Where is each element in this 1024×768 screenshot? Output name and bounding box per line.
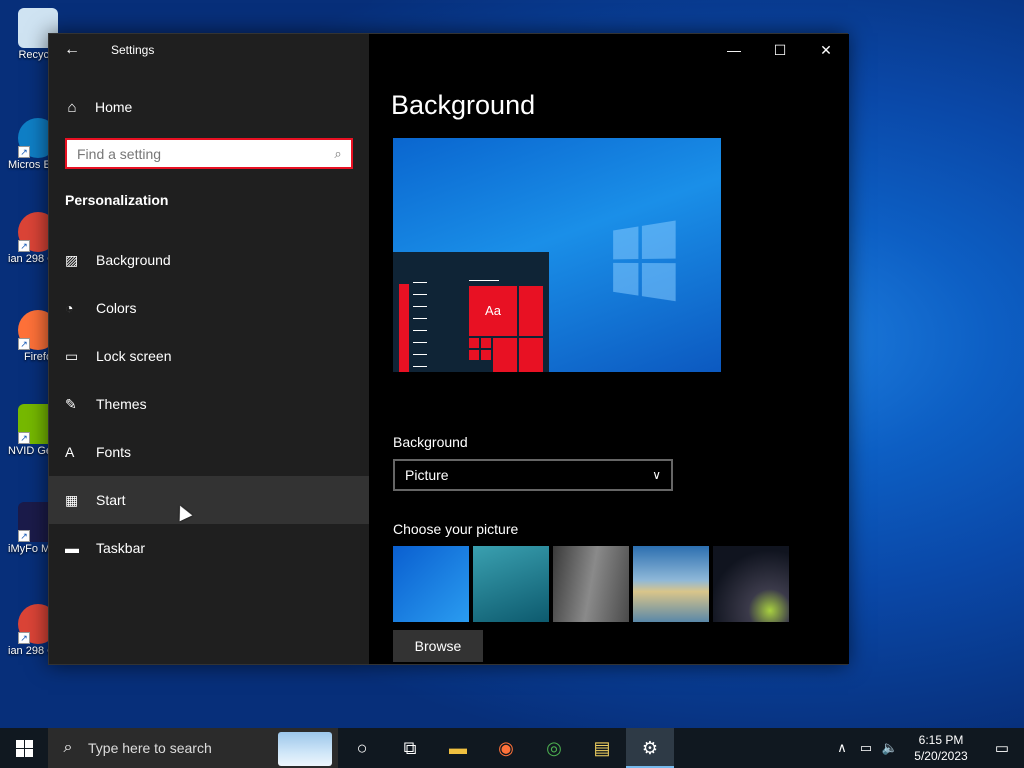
sidebar-item-home[interactable]: ⌂ Home [49,90,369,124]
sidebar-item-label: Lock screen [96,348,172,364]
thumbnail-underwater[interactable] [473,546,549,622]
start-icon: ▦ [65,491,79,508]
choose-picture-label: Choose your picture [393,521,519,537]
thumbnail-night-sky-tent[interactable] [713,546,789,622]
thumbnail-windows-blue[interactable] [393,546,469,622]
section-heading: Personalization [65,192,169,208]
window-controls: — ☐ ✕ [711,34,849,66]
sidebar-item-fonts[interactable]: A Fonts [49,428,369,476]
picture-thumbnails [393,546,789,622]
gear-icon: ⚙ [641,737,659,758]
search-icon: ⌕ [63,739,73,756]
sidebar-item-themes[interactable]: ✎ Themes [49,380,369,428]
background-preview: Aa [393,138,721,372]
themes-icon: ✎ [65,395,77,412]
task-view-icon: ⧉ [403,737,417,758]
settings-window: ← Settings ⌂ Home ⌕ Personalization ▨ Ba… [48,33,849,665]
thumbnail-beach-rocks[interactable] [633,546,709,622]
cortana-button[interactable]: ○ [338,728,386,768]
sidebar: ← Settings ⌂ Home ⌕ Personalization ▨ Ba… [49,34,369,664]
home-icon: ⌂ [67,98,77,116]
lock-screen-icon: ▭ [65,347,79,364]
search-icon: ⌕ [334,145,342,161]
sidebar-item-background[interactable]: ▨ Background [49,236,369,284]
network-icon[interactable]: ▭ [854,740,878,756]
title-bar: ← Settings [49,34,369,66]
background-type-dropdown[interactable]: Picture ∨ [393,459,673,491]
taskbar-search-text: Type here to search [88,740,212,756]
app-title: Settings [111,43,155,57]
settings-taskbar-button[interactable]: ⚙ [626,728,674,768]
notification-icon[interactable]: ▭ [980,739,1024,757]
sidebar-item-colors[interactable]: ◔ Colors [49,284,369,332]
close-button[interactable]: ✕ [803,34,849,66]
start-menu-preview: Aa [393,252,549,372]
picture-icon: ▨ [65,251,79,268]
firefox-button[interactable]: ◉ [482,728,530,768]
sidebar-item-label: Fonts [96,444,132,460]
volume-icon[interactable]: 🔈 [878,740,902,756]
sidebar-item-lock-screen[interactable]: ▭ Lock screen [49,332,369,380]
sidebar-item-label: Home [95,99,133,115]
chrome-button[interactable]: ◎ [530,728,578,768]
sidebar-item-label: Colors [96,300,137,316]
browse-button[interactable]: Browse [393,630,483,662]
page-title: Background [391,90,536,120]
clock-date: 5/20/2023 [914,749,968,763]
firefox-icon: ◉ [498,737,514,758]
sidebar-item-label: Taskbar [96,540,146,556]
preview-tile: Aa [469,286,517,336]
python-file-icon: ▤ [593,737,611,758]
sidebar-item-taskbar[interactable]: ▬ Taskbar [49,524,369,572]
palette-icon: ◔ [65,300,74,316]
windows-logo-icon [613,220,678,304]
background-label: Background [393,434,468,450]
start-button[interactable] [0,728,48,768]
dropdown-value: Picture [405,467,449,483]
system-tray: ∧ ▭ 🔈 6:15 PM 5/20/2023 ▭ [830,728,1024,768]
polar-bear-doodle-icon [278,732,332,766]
folder-icon: ▬ [449,737,467,758]
sidebar-item-label: Start [96,492,126,508]
maximize-button[interactable]: ☐ [757,34,803,66]
clock-time: 6:15 PM [918,733,964,747]
windows-logo-icon [16,740,24,748]
chevron-up-icon[interactable]: ∧ [830,740,854,756]
sidebar-item-start[interactable]: ▦ Start [49,476,369,524]
search-input[interactable] [67,140,325,167]
search-box: ⌕ [65,138,353,169]
sidebar-item-label: Background [96,252,171,268]
cortana-icon: ○ [356,737,368,758]
taskbar: ⌕ Type here to search ○ ⧉ ▬ ◉ ◎ ▤ ⚙ ∧ ▭ … [0,728,1024,768]
personalization-nav: ▨ Background ◔ Colors ▭ Lock screen ✎ Th… [49,236,369,572]
back-button[interactable]: ← [59,38,85,62]
chrome-icon: ◎ [546,737,562,758]
clock[interactable]: 6:15 PM 5/20/2023 [902,732,980,764]
task-view-button[interactable]: ⧉ [386,728,434,768]
chevron-down-icon: ∨ [652,468,661,482]
python-file-button[interactable]: ▤ [578,728,626,768]
sidebar-item-label: Themes [96,396,147,412]
taskbar-search-box[interactable]: ⌕ Type here to search [48,728,338,768]
taskbar-icon: ▬ [65,540,79,556]
fonts-icon: A [65,444,75,460]
file-explorer-button[interactable]: ▬ [434,728,482,768]
minimize-button[interactable]: — [711,34,757,66]
content-pane: — ☐ ✕ Background Aa Background Picture ∨… [369,34,849,664]
thumbnail-rock-cliff[interactable] [553,546,629,622]
